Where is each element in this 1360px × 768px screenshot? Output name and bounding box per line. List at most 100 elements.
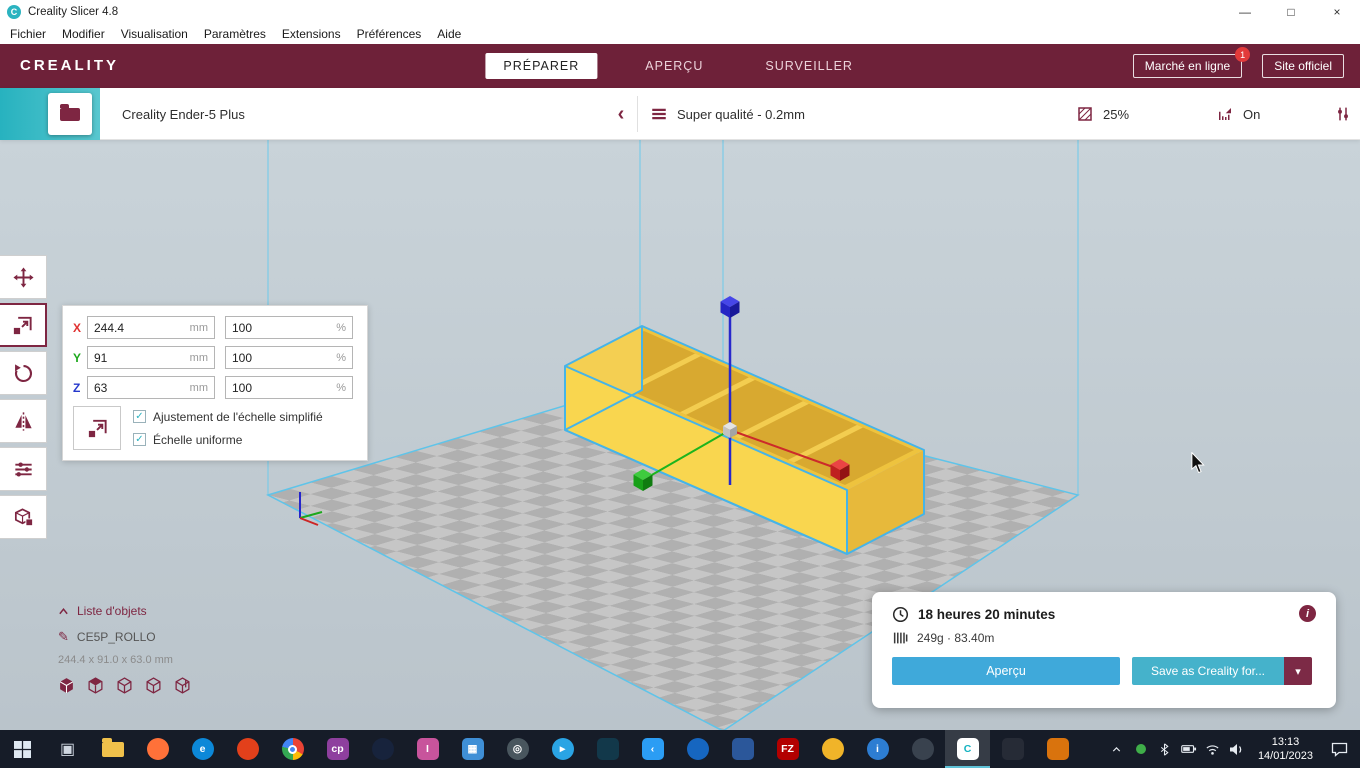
filament-icon <box>893 632 908 644</box>
axis-z-label: Z <box>73 380 81 395</box>
bluetooth-icon[interactable] <box>1153 730 1177 768</box>
support-blocker-icon <box>14 507 33 526</box>
taskbar-app-edge[interactable]: e <box>180 730 225 768</box>
scale-z-mm-input[interactable] <box>94 380 174 395</box>
object-list-title: Liste d'objets <box>77 604 147 618</box>
taskbar-app-file-explorer[interactable] <box>90 730 135 768</box>
open-file-button[interactable] <box>48 93 92 135</box>
save-dropdown-button[interactable]: ▾ <box>1284 657 1312 685</box>
taskbar-app-chip-app[interactable] <box>585 730 630 768</box>
green-status-icon[interactable] <box>1129 730 1153 768</box>
wifi-icon[interactable] <box>1201 730 1225 768</box>
support-selector[interactable]: On <box>1216 88 1260 140</box>
menu-item-6[interactable]: Aide <box>429 25 469 43</box>
taskbar-app-brave[interactable] <box>225 730 270 768</box>
save-button[interactable]: Save as Creality for... <box>1132 657 1284 685</box>
taskbar-app-panel-app[interactable] <box>720 730 765 768</box>
taskbar-app-chrome[interactable] <box>270 730 315 768</box>
cp-editor-icon: cp <box>326 738 349 760</box>
reset-scale-button[interactable] <box>73 406 121 450</box>
tool-per-model-settings-button[interactable] <box>0 447 47 491</box>
close-button[interactable]: × <box>1314 0 1360 23</box>
collapse-panel-icon[interactable]: ‹ <box>608 88 634 140</box>
taskbar-app-vscode[interactable]: ‹ <box>630 730 675 768</box>
battery-icon[interactable] <box>1177 730 1201 768</box>
menu-item-5[interactable]: Préférences <box>349 25 430 43</box>
tool-scale-button[interactable] <box>0 303 47 347</box>
cube-outline3-icon[interactable] <box>174 677 191 694</box>
taskbar-app-printer-app[interactable] <box>990 730 1035 768</box>
quality-selector[interactable]: Super qualité - 0.2mm <box>650 88 805 140</box>
taskbar-app-gray-app[interactable] <box>900 730 945 768</box>
tool-support-blocker-button[interactable] <box>0 495 47 539</box>
marketplace-button[interactable]: Marché en ligne 1 <box>1132 47 1251 78</box>
printer-selector[interactable]: Creality Ender-5 Plus <box>122 88 245 140</box>
tab-surveiller[interactable]: SURVEILLER <box>751 53 867 79</box>
menu-item-2[interactable]: Visualisation <box>113 25 196 43</box>
scale-z-mm-field[interactable]: mm <box>87 376 215 399</box>
taskbar-clock[interactable]: 13:13 14/01/2023 <box>1249 735 1322 764</box>
scale-z-percent-field[interactable]: % <box>225 376 353 399</box>
taskbar-app-info-app[interactable]: i <box>855 730 900 768</box>
scale-y-mm-field[interactable]: mm <box>87 346 215 369</box>
cube-outline2-icon[interactable] <box>145 677 162 694</box>
taskbar-app-yellow-app[interactable] <box>810 730 855 768</box>
tab-preparer[interactable]: PRÉPARER <box>485 53 598 79</box>
scale-x-percent-input[interactable] <box>232 320 312 335</box>
scale-y-percent-field[interactable]: % <box>225 346 353 369</box>
tab-apercu[interactable]: APERÇU <box>631 53 717 79</box>
scale-y-mm-input[interactable] <box>94 350 174 365</box>
support-value: On <box>1243 106 1261 122</box>
object-item[interactable]: ✎ CE5P_ROLLO <box>58 629 191 645</box>
taskbar-app-calculator[interactable]: ▦ <box>450 730 495 768</box>
menu-item-0[interactable]: Fichier <box>2 25 54 43</box>
uniform-scaling-checkbox[interactable]: ✓ <box>133 433 146 446</box>
taskbar-app-blue-app[interactable] <box>675 730 720 768</box>
taskbar-app-telegram[interactable]: ▸ <box>540 730 585 768</box>
taskbar-app-start[interactable] <box>0 730 45 768</box>
notification-center-icon[interactable] <box>1322 730 1356 768</box>
volume-icon[interactable] <box>1225 730 1249 768</box>
scale-y-percent-input[interactable] <box>232 350 312 365</box>
tool-rotate-button[interactable] <box>0 351 47 395</box>
taskbar-app-firefox[interactable] <box>135 730 180 768</box>
infill-selector[interactable]: 25% <box>1076 88 1129 140</box>
tool-move-button[interactable] <box>0 255 47 299</box>
hidden-icons-chevron[interactable] <box>1105 730 1129 768</box>
scale-x-percent-field[interactable]: % <box>225 316 353 339</box>
custom-settings-button[interactable] <box>1334 88 1352 140</box>
menu-item-1[interactable]: Modifier <box>54 25 113 43</box>
preview-button[interactable]: Aperçu <box>892 657 1120 685</box>
axis-x-label: X <box>73 320 82 335</box>
taskbar-app-steam[interactable] <box>360 730 405 768</box>
unit-label: % <box>336 321 346 334</box>
taskbar-app-cp-editor[interactable]: cp <box>315 730 360 768</box>
app-header: CREALITY PRÉPARER APERÇU SURVEILLER Marc… <box>0 44 1360 88</box>
maximize-button[interactable]: □ <box>1268 0 1314 23</box>
cube-half-icon[interactable] <box>87 677 104 694</box>
taskbar-app-creality-slicer[interactable]: C <box>945 730 990 768</box>
material-usage: 249g · 83.40m <box>917 631 995 645</box>
scale-x-mm-input[interactable] <box>94 320 174 335</box>
taskbar-app-filezilla[interactable]: FZ <box>765 730 810 768</box>
scale-z-percent-input[interactable] <box>232 380 312 395</box>
clock-time: 13:13 <box>1271 735 1300 748</box>
info-icon[interactable]: i <box>1299 605 1316 622</box>
snap-scaling-checkbox[interactable]: ✓ <box>133 410 146 423</box>
menu-item-3[interactable]: Paramètres <box>196 25 274 43</box>
clock-icon <box>892 606 909 623</box>
scale-x-mm-field[interactable]: mm <box>87 316 215 339</box>
tool-mirror-button[interactable] <box>0 399 47 443</box>
cube-solid-icon[interactable] <box>58 677 75 694</box>
taskbar-app-orange-app[interactable] <box>1035 730 1080 768</box>
taskbar-app-task-view[interactable]: ▣ <box>45 730 90 768</box>
minimize-button[interactable]: — <box>1222 0 1268 23</box>
cube-outline-icon[interactable] <box>116 677 133 694</box>
official-site-button[interactable]: Site officiel <box>1262 54 1344 78</box>
taskbar-app-pink-app[interactable]: I <box>405 730 450 768</box>
unit-label: % <box>336 381 346 394</box>
menu-item-4[interactable]: Extensions <box>274 25 349 43</box>
object-list-toggle[interactable]: Liste d'objets <box>58 604 191 618</box>
taskbar-app-obs[interactable]: ◎ <box>495 730 540 768</box>
edge-icon: e <box>191 738 214 760</box>
